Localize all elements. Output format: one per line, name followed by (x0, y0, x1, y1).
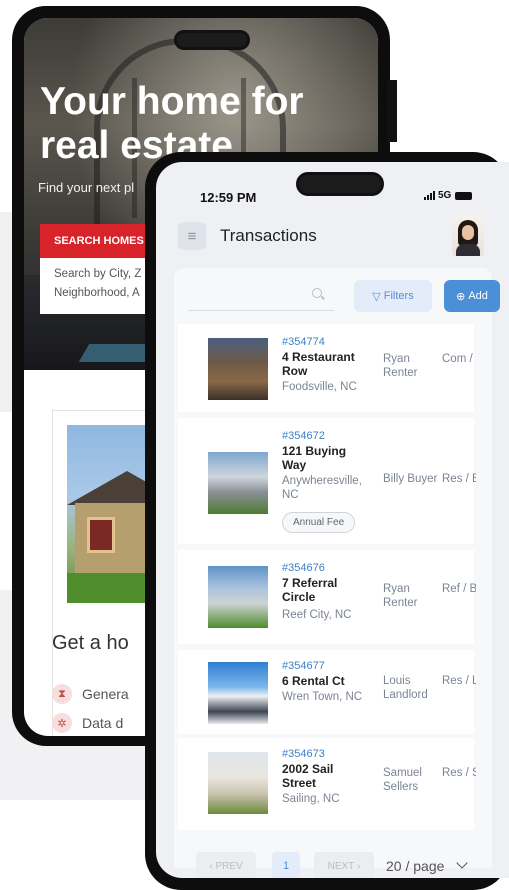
transaction-type: Res / Buyer (442, 473, 476, 485)
signal-icon (424, 191, 436, 200)
hourglass-icon: ⧗ (52, 684, 72, 704)
transaction-person: Louis Landlord (383, 675, 428, 701)
feature-label: Genera (82, 686, 129, 702)
transaction-address: 121 Buying Way (282, 444, 347, 472)
next-button[interactable]: NEXT › (314, 852, 374, 878)
transaction-person: Samuel Sellers (383, 767, 422, 793)
transaction-city: Reef City, NC (282, 609, 352, 621)
notch (296, 172, 384, 196)
annual-fee-tag: Annual Fee (282, 512, 356, 533)
feature-label: Data d (82, 715, 124, 731)
transaction-person: Ryan Renter (383, 583, 418, 609)
transaction-type: Res / Landlc (442, 675, 476, 687)
feature-item: ⧗ Genera (52, 684, 129, 704)
transaction-row[interactable]: #354673 2002 Sail Street Sailing, NC Sam… (178, 738, 476, 830)
filter-icon: ▽ (372, 290, 381, 303)
transaction-person: Billy Buyer (383, 473, 438, 485)
transaction-id[interactable]: #354774 (282, 336, 325, 348)
network-icon: ✲ (52, 713, 72, 733)
search-icon (312, 288, 322, 298)
transaction-person: Ryan Renter (383, 353, 418, 379)
prev-button[interactable]: ‹ PREV (196, 852, 256, 878)
page-title: Transactions (220, 226, 317, 245)
filters-label: Filters (383, 290, 414, 302)
door (87, 517, 115, 553)
transaction-address: 4 Restaurant Row (282, 350, 355, 378)
transaction-type: Res / Seller (442, 767, 476, 779)
transaction-address: 7 Referral Circle (282, 576, 338, 604)
transaction-row[interactable]: #354774 4 Restaurant Row Foodsville, NC … (178, 324, 476, 412)
network-label: 5G (438, 190, 452, 201)
front-phone: 12:59 PM 5G ≡ Transactions ▽ Filters ⊕ A… (145, 152, 509, 890)
filters-button[interactable]: ▽ Filters (354, 280, 432, 312)
page-size-select[interactable]: 20 / page (386, 852, 466, 878)
transaction-type: Ref / Buyer (442, 583, 476, 595)
transaction-city: Foodsville, NC (282, 381, 357, 393)
pagination: ‹ PREV 1 NEXT › 20 / page (196, 852, 509, 878)
transaction-id[interactable]: #354672 (282, 430, 325, 442)
add-button[interactable]: ⊕ Add (444, 280, 500, 312)
property-thumbnail (208, 662, 268, 724)
status-icons: 5G (424, 190, 473, 201)
section-heading: Get a ho (52, 632, 129, 654)
menu-icon[interactable]: ≡ (178, 222, 206, 250)
front-phone-screen: 12:59 PM 5G ≡ Transactions ▽ Filters ⊕ A… (156, 162, 509, 878)
app-header: ≡ Transactions (156, 212, 509, 262)
transaction-id[interactable]: #354676 (282, 562, 325, 574)
transaction-id[interactable]: #354673 (282, 748, 325, 760)
add-label: Add (468, 290, 488, 302)
transaction-city: Anywheresville, NC (282, 475, 362, 501)
property-thumbnail (208, 452, 268, 514)
transaction-city: Sailing, NC (282, 793, 340, 805)
status-time: 12:59 PM (200, 190, 257, 205)
transaction-row[interactable]: #354677 6 Rental Ct Wren Town, NC Louis … (178, 650, 476, 734)
battery-icon (455, 191, 473, 200)
transaction-type: Com / Tenan (442, 353, 476, 365)
transaction-address: 2002 Sail Street (282, 762, 334, 790)
hero-subtitle: Find your next pl (38, 180, 135, 195)
transaction-row[interactable]: #354676 7 Referral Circle Reef City, NC … (178, 550, 476, 644)
avatar[interactable] (452, 216, 484, 256)
transaction-id[interactable]: #354677 (282, 660, 325, 672)
property-thumbnail (208, 338, 268, 400)
page-number-button[interactable]: 1 (272, 852, 300, 878)
property-thumbnail (208, 752, 268, 814)
side-button (387, 80, 397, 142)
transaction-row[interactable]: #354672 121 Buying Way Anywheresville, N… (178, 418, 476, 544)
plus-circle-icon: ⊕ (456, 290, 466, 303)
transaction-address: 6 Rental Ct (282, 674, 345, 688)
transaction-city: Wren Town, NC (282, 691, 363, 703)
notch (174, 30, 250, 50)
property-thumbnail (208, 566, 268, 628)
feature-item: ✲ Data d (52, 713, 123, 733)
search-input[interactable] (188, 280, 334, 311)
